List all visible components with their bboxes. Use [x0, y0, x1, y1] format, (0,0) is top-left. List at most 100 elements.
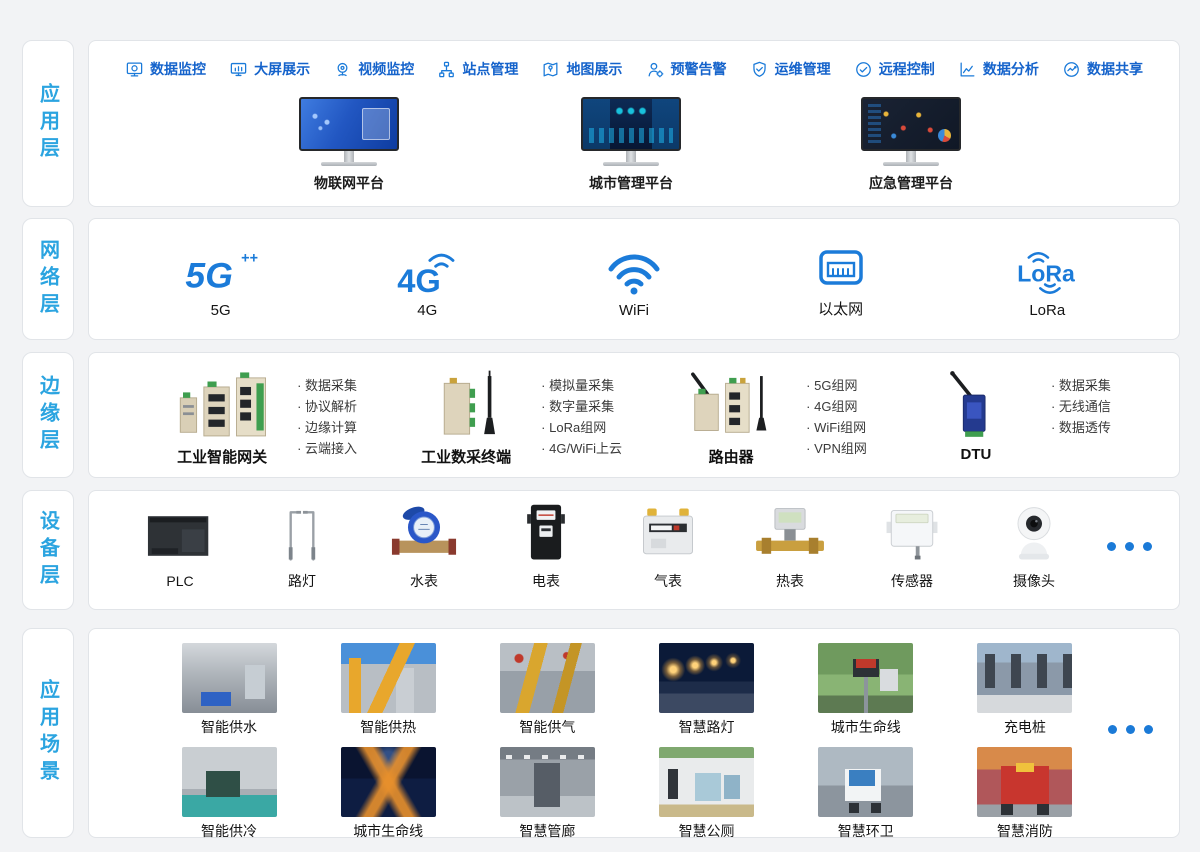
network-row: 5G ++ 5G 4G 4G Wi — [89, 219, 1179, 319]
smart-toilet-photo — [659, 747, 754, 817]
device-label: 热表 — [729, 571, 851, 591]
device-street-lamp: 路灯 — [241, 501, 363, 591]
charging-pile-photo — [977, 643, 1072, 713]
network-4g: 4G 4G — [352, 247, 502, 319]
site-management-icon — [437, 60, 456, 79]
feature-site-management: 站点管理 — [437, 59, 518, 79]
layer-label-text: 网络层 — [34, 239, 63, 320]
wifi-icon — [604, 247, 664, 297]
feature-label: 数据监控 — [150, 59, 206, 79]
edge-feature: 数据采集 — [1051, 375, 1111, 396]
edge-group-data-terminal: 工业数采终端 模拟量采集 数字量采集 LoRa组网 4G/WiFi上云 — [401, 367, 622, 467]
data-sharing-icon — [1062, 60, 1081, 79]
monitor-stand — [906, 151, 916, 162]
edge-feature: WiFi组网 — [806, 417, 867, 438]
city-lifeline-photo — [818, 643, 913, 713]
scene-label: 智慧环卫 — [816, 821, 916, 841]
more-scenes-ellipsis-icon — [1108, 725, 1153, 734]
scene-smart-water-supply: 智能供水 — [179, 643, 279, 737]
smart-gas-supply-photo — [500, 643, 595, 713]
layer-label-text: 边缘层 — [34, 375, 63, 456]
smart-heating-photo — [341, 643, 436, 713]
svg-text:LoRa: LoRa — [1017, 261, 1075, 287]
scene-smart-toilet: 智慧公厕 — [657, 747, 757, 841]
edge-group-dtu: DTU 数据采集 无线通信 数据透传 — [911, 367, 1111, 463]
5g-icon: 5G ++ — [176, 247, 266, 297]
smart-water-supply-photo — [182, 643, 277, 713]
scene-city-lifeline: 城市生命线 — [816, 643, 916, 737]
feature-label: 大屏展示 — [254, 59, 310, 79]
network-lora: LoRa LoRa — [972, 247, 1122, 319]
scene-label: 智能供冷 — [179, 821, 279, 841]
scene-label: 智慧公厕 — [657, 821, 757, 841]
alert-warning-icon — [646, 60, 665, 79]
iot-platform-screen — [299, 97, 399, 151]
scene-label: 城市生命线 — [338, 821, 438, 841]
scene-label: 智能供气 — [497, 717, 597, 737]
scenario-layer-panel: 智能供水 智能供热 智能供气 智慧路灯 城市生命线 充电桩 — [88, 628, 1180, 838]
feature-remote-control: 远程控制 — [854, 59, 935, 79]
platform-iot: 物联网平台 — [299, 97, 399, 193]
scene-label: 充电桩 — [975, 717, 1075, 737]
sensor-image — [873, 501, 951, 567]
feature-label: 数据分析 — [983, 59, 1039, 79]
edge-group-industrial-gateway: 工业智能网关 数据采集 协议解析 边缘计算 云端接入 — [157, 367, 357, 467]
feature-big-screen: 大屏展示 — [229, 59, 310, 79]
device-layer-panel: PLC 路灯 — [88, 490, 1180, 610]
edge-layer-panel: 工业智能网关 数据采集 协议解析 边缘计算 云端接入 — [88, 352, 1180, 478]
data-monitoring-icon — [125, 60, 144, 79]
device-label: PLC — [119, 573, 241, 589]
smart-streetlight-photo — [659, 643, 754, 713]
feature-alert-warning: 预警告警 — [646, 59, 727, 79]
platform-label: 应急管理平台 — [861, 173, 961, 193]
layer-label-scenario: 应用场景 — [22, 628, 74, 838]
edge-feature: 模拟量采集 — [541, 375, 622, 396]
svg-text:4G: 4G — [398, 262, 442, 297]
scene-charging-pile: 充电桩 — [975, 643, 1075, 737]
plc-image — [141, 503, 219, 569]
edge-group-router: 路由器 5G组网 4G组网 WiFi组网 VPN组网 — [666, 367, 867, 467]
layer-label-application: 应用层 — [22, 40, 74, 207]
device-sensor: 传感器 — [851, 501, 973, 591]
device-label: 气表 — [607, 571, 729, 591]
monitor-base — [603, 162, 659, 166]
network-label: WiFi — [559, 302, 709, 319]
feature-label: 地图展示 — [566, 59, 622, 79]
feature-map-display: 地图展示 — [541, 59, 622, 79]
router-image — [671, 367, 791, 445]
layer-label-device: 设备层 — [22, 490, 74, 610]
camera-image — [995, 501, 1073, 567]
device-water-meter: 水表 — [363, 501, 485, 591]
edge-device-name: 工业智能网关 — [157, 446, 287, 467]
scene-smart-streetlight: 智慧路灯 — [657, 643, 757, 737]
scenario-row-1: 智能供水 智能供热 智能供气 智慧路灯 城市生命线 充电桩 — [89, 629, 1179, 737]
edge-device-features: 模拟量采集 数字量采集 LoRa组网 4G/WiFi上云 — [541, 367, 622, 467]
industrial-gateway-image — [162, 367, 282, 445]
scene-smart-pipe-gallery: 智慧管廊 — [497, 747, 597, 841]
platform-city-management: 城市管理平台 — [581, 97, 681, 193]
gas-meter-image — [629, 501, 707, 567]
edge-feature: 无线通信 — [1051, 396, 1111, 417]
water-meter-image — [385, 501, 463, 567]
scene-smart-fire-protection: 智慧消防 — [975, 747, 1075, 841]
iot-architecture-diagram: 应用层 网络层 边缘层 设备层 应用场景 数据监控 大屏展示 视频监控 — [0, 0, 1200, 852]
edge-feature: 4G组网 — [806, 396, 867, 417]
lora-icon: LoRa — [1000, 247, 1095, 297]
scene-label: 城市生命线 — [816, 717, 916, 737]
network-5g: 5G ++ 5G — [146, 247, 296, 319]
edge-device-features: 5G组网 4G组网 WiFi组网 VPN组网 — [806, 367, 867, 467]
device-label: 摄像头 — [973, 571, 1095, 591]
device-electric-meter: 电表 — [485, 501, 607, 591]
device-plc: PLC — [119, 503, 241, 589]
edge-feature: 数字量采集 — [541, 396, 622, 417]
scene-label: 智能供热 — [338, 717, 438, 737]
scene-smart-sanitation: 智慧环卫 — [816, 747, 916, 841]
scene-label: 智慧管廊 — [497, 821, 597, 841]
dtu-image — [916, 367, 1036, 445]
video-monitoring-icon — [333, 60, 352, 79]
edge-feature: 数据采集 — [297, 375, 357, 396]
emergency-management-screen — [861, 97, 961, 151]
monitor-base — [883, 162, 939, 166]
smart-cooling-photo — [182, 747, 277, 817]
remote-control-icon — [854, 60, 873, 79]
